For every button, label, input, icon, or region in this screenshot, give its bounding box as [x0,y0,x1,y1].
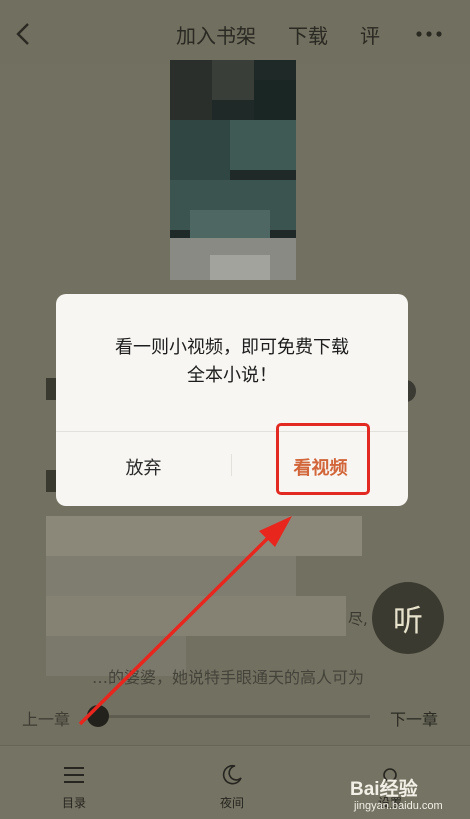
dialog-message-line2: 全本小说！ [187,365,277,386]
night-label: 夜间 [219,796,244,810]
next-chapter-button[interactable]: 下一章 [390,706,438,730]
listen-button[interactable]: 听 [372,582,444,654]
toc-label: 目录 [61,796,86,810]
cancel-button[interactable]: 放弃 [56,432,231,506]
review-button[interactable]: 评 [360,20,380,49]
download-button[interactable]: 下载 [288,20,328,49]
blurred-paragraph [46,596,346,636]
list-icon [64,767,84,783]
baidu-jingyan-watermark: Bai经验 jingyan.baidu.com [336,774,454,816]
body-text-line: …的婆婆，她说特手眼通天的高人可为 [92,668,365,687]
back-arrow-icon[interactable] [10,18,38,50]
reader-page: 加入书架 下载 评 尽, …的婆婆，她说特手眼通天的高人可为 听 上一章 下一章 [0,0,470,819]
top-bar: 加入书架 下载 评 [0,0,470,64]
chapter-slider-thumb[interactable] [87,705,109,727]
listen-label: 听 [393,604,423,639]
body-text-fragment: 尽, [348,610,368,628]
watermark-brand: Bai经验 [350,779,418,800]
moon-icon [222,764,242,785]
watermark-url: jingyan.baidu.com [354,800,443,812]
add-to-shelf-button[interactable]: 加入书架 [176,20,256,49]
dialog-message: 看一则小视频，即可免费下载 全本小说！ [56,334,408,390]
blurred-paragraph [46,556,296,596]
more-icon[interactable] [414,24,444,44]
dialog-button-divider [231,454,232,476]
book-cover-image [170,60,296,280]
blurred-paragraph [46,516,362,556]
night-mode-tab[interactable]: 夜间 [192,764,272,811]
highlight-annotation-box [276,423,370,495]
toc-tab[interactable]: 目录 [34,764,114,811]
chapter-slider-track[interactable] [98,715,370,718]
prev-chapter-button[interactable]: 上一章 [22,706,70,730]
dialog-message-line1: 看一则小视频，即可免费下载 [115,337,349,358]
